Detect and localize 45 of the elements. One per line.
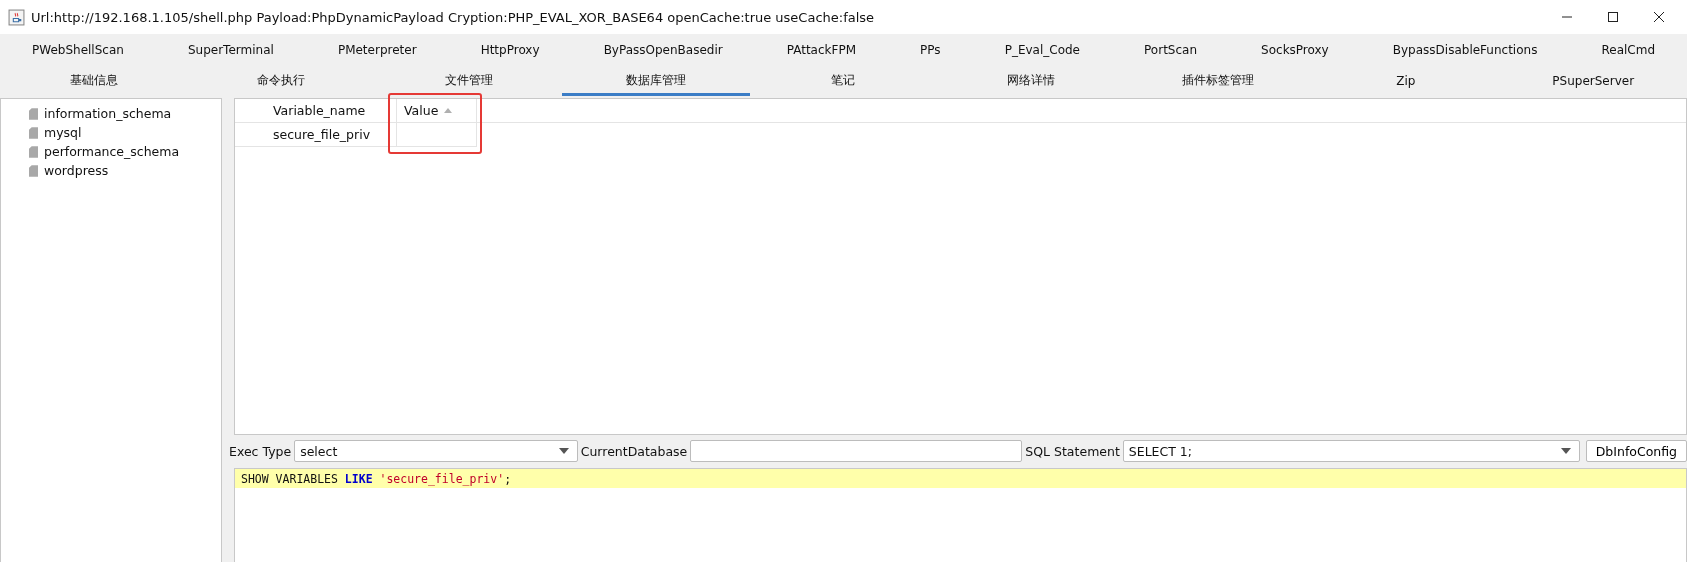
tree-item[interactable]: wordpress <box>44 163 109 178</box>
tab[interactable]: Zip <box>1312 65 1500 96</box>
tab[interactable]: PortScan <box>1112 34 1230 65</box>
tab[interactable]: ByPassOpenBasedir <box>571 34 755 65</box>
tab[interactable]: PMeterpreter <box>305 34 449 65</box>
tab[interactable]: HttpProxy <box>448 34 572 65</box>
table-cell: secure_file_priv <box>235 123 397 147</box>
tab[interactable]: 基础信息 <box>0 65 188 96</box>
tab[interactable]: 网络详情 <box>937 65 1125 96</box>
tab[interactable]: PSuperServer <box>1499 65 1687 96</box>
dropdown[interactable]: select <box>294 440 578 462</box>
tab[interactable]: 笔记 <box>749 65 938 96</box>
dropdown[interactable]: SELECT 1; <box>1122 440 1580 462</box>
field-label: CurrentDatabase <box>580 443 688 459</box>
caret-icon <box>558 448 569 454</box>
file-icon <box>29 107 38 120</box>
tab[interactable]: 插件标签管理 <box>1124 65 1313 96</box>
java-cup-icon <box>8 8 25 26</box>
tab[interactable]: RealCmd <box>1569 34 1687 65</box>
tab[interactable]: 命令执行 <box>187 65 375 96</box>
close-icon[interactable] <box>1653 11 1665 23</box>
field-label: SQL Statement <box>1025 443 1120 459</box>
file-icon <box>29 145 38 158</box>
column-header[interactable]: Value <box>397 99 477 123</box>
sql-editor[interactable]: SHOW VARIABLES LIKE 'secure_file_priv'; <box>234 468 1687 562</box>
tab[interactable]: PWebShellScan <box>0 34 156 65</box>
field-label: Exec Type <box>229 443 292 459</box>
config-button[interactable]: DbInfoConfig <box>1585 440 1687 462</box>
window-title: Url:http://192.168.1.105/shell.php Payload:PhpDynamicPayload Cryption:PHP_EVAL_XOR_BASE64 openCache:true useCache:false <box>31 9 875 25</box>
file-icon <box>29 126 38 139</box>
tree-item[interactable]: mysql <box>44 125 82 140</box>
tab[interactable]: P_Eval_Code <box>972 34 1112 65</box>
tab[interactable]: PAttackFPM <box>754 34 889 65</box>
tab[interactable]: SocksProxy <box>1229 34 1361 65</box>
maximize-icon[interactable] <box>1607 11 1619 23</box>
column-header[interactable]: Variable_name <box>235 99 397 123</box>
input-field[interactable] <box>690 440 1023 462</box>
tab[interactable]: 文件管理 <box>374 65 563 96</box>
caret-icon <box>1560 448 1571 454</box>
file-icon <box>29 164 38 177</box>
tab[interactable]: BypassDisableFunctions <box>1360 34 1570 65</box>
tree-item[interactable]: information_schema <box>44 106 172 121</box>
tree-item[interactable]: performance_schema <box>44 144 180 159</box>
tab[interactable]: SuperTerminal <box>155 34 306 65</box>
tab[interactable]: PPs <box>888 34 973 65</box>
